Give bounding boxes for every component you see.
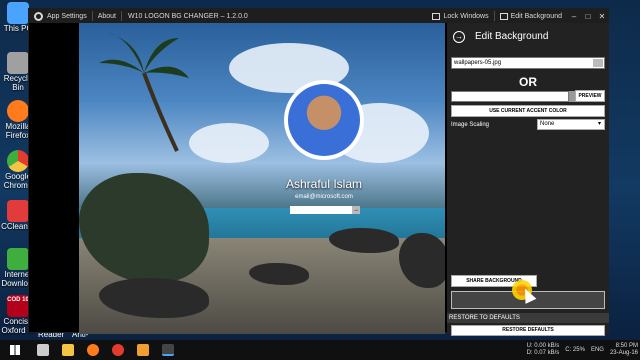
download-manager-icon [7,248,29,270]
start-button[interactable] [0,340,30,360]
title-bar-right: Lock Windows Edit Background – □ ✕ [427,9,609,23]
color-input[interactable] [451,91,569,102]
password-input[interactable] [290,206,352,214]
lock-icon [432,12,441,20]
ccleaner-icon [7,200,29,222]
image-scaling-value: None [540,121,555,127]
taskbar-explorer[interactable] [55,340,80,360]
app-settings-button[interactable]: App Settings [29,9,92,23]
close-button[interactable]: ✕ [595,9,609,23]
user-email: email@microsoft.com [295,194,353,200]
image-icon [499,12,508,20]
edit-background-tab[interactable]: Edit Background [495,9,567,23]
window-title: W10 LOGON BG CHANGER – 1.2.0.0 [128,12,248,20]
or-label: OR [519,75,537,89]
user-photo [288,84,360,156]
chevron-down-icon: ▾ [597,121,601,127]
taskbar-search[interactable] [30,340,55,360]
edit-background-tab-label: Edit Background [510,12,562,20]
lock-windows-label: Lock Windows [443,12,489,20]
taskbar-firefox[interactable] [80,340,105,360]
recycle-bin-icon [7,52,29,74]
submit-arrow-icon[interactable]: → [352,206,360,214]
windows-logo-icon [10,345,20,355]
about-button[interactable]: About [93,9,121,23]
app-settings-label: App Settings [47,12,87,20]
lock-windows-button[interactable]: Lock Windows [427,9,493,23]
user-name: Ashraful Islam [285,177,363,191]
minimize-button[interactable]: – [567,9,581,23]
computer-icon [7,2,29,24]
chrome-icon [111,344,124,356]
image-file-input[interactable]: wallpapers-05.jpg [451,57,605,69]
restore-defaults-button[interactable]: RESTORE DEFAULTS [451,325,605,336]
palm-tree [99,33,189,152]
avatar [284,80,364,160]
file-explorer-icon [61,344,74,356]
file-name-value: wallpapers-05.jpg [454,60,502,66]
taskbar-chrome[interactable] [105,340,130,360]
chrome-icon [7,150,29,172]
upload-rate: U: 0.00 kB/s [526,343,560,349]
dictionary-icon: COD 10 [7,295,29,317]
store-icon [136,344,149,356]
panel-title: Edit Background [475,31,549,42]
back-arrow-icon[interactable]: → [453,31,465,43]
title-bar: App Settings About W10 LOGON BG CHANGER … [29,9,609,23]
drive-usage: C: 25% [565,347,585,353]
folder-icon[interactable] [593,59,603,67]
firefox-icon [7,100,29,122]
gear-icon [34,11,43,21]
download-rate: D: 0.07 kB/s [526,350,560,356]
clock[interactable]: 8:50 PM 23-Aug-16 [610,343,638,357]
clock-time: 8:50 PM [615,343,638,349]
maximize-button[interactable]: □ [581,9,595,23]
cloud [189,123,269,163]
firefox-icon [86,344,99,356]
image-scaling-select[interactable]: None ▾ [537,119,605,130]
background-preview: Ashraful Islam email@microsoft.com → [79,23,445,334]
w10-logon-app-icon [161,344,174,356]
preview-button[interactable]: PREVIEW [575,90,605,102]
system-tray: U: 0.00 kB/s D: 0.07 kB/s C: 25% ENG 8:5… [527,340,638,360]
image-scaling-label: Image Scaling [451,122,490,128]
about-label: About [97,12,116,20]
network-rate: U: 0.00 kB/s D: 0.07 kB/s [527,343,560,357]
taskbar-store[interactable] [130,340,155,360]
clock-date: 23-Aug-16 [609,350,638,356]
language-indicator[interactable]: ENG [591,347,604,353]
restore-heading: RESTORE TO DEFAULTS [447,313,609,323]
use-accent-color-button[interactable]: USE CURRENT ACCENT COLOR [451,105,605,117]
taskbar-w10-logon[interactable] [155,340,180,360]
search-icon [36,344,49,356]
